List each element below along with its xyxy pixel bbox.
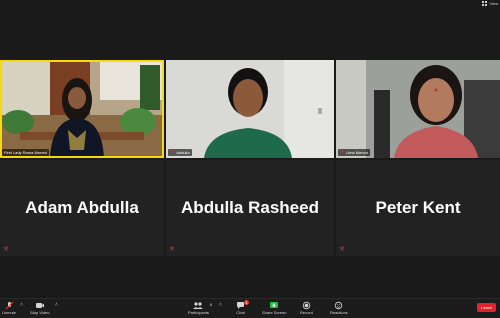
mic-muted-icon (5, 301, 14, 310)
reactions-label: Reactions (330, 310, 348, 315)
share-screen-button[interactable]: Share Screen (262, 301, 286, 315)
reactions-icon (334, 301, 343, 310)
record-icon (302, 301, 311, 310)
participant-video-3 (336, 60, 500, 158)
stop-video-label: Stop Video (30, 310, 50, 315)
unmute-button[interactable]: Unmute (2, 301, 16, 315)
chat-badge: 1 (244, 300, 249, 305)
muted-mic-icon: ✕ (3, 246, 9, 253)
participant-name-tag: ✕ Uma Menon (338, 149, 370, 156)
meeting-toolbar: Unmute ˄ Stop Video ˄ Participants 6 ˄ 1… (0, 298, 500, 318)
video-tile-2[interactable]: ✕ Abdulla (166, 60, 334, 158)
chat-button[interactable]: 1 Chat (236, 300, 249, 315)
tile-1-name: First Lady Rama Ahmed (4, 150, 47, 155)
leave-button[interactable]: Leave (477, 303, 496, 312)
stop-video-button[interactable]: Stop Video (30, 301, 50, 315)
participant-name-tag: First Lady Rama Ahmed (2, 149, 49, 156)
muted-mic-icon: ✕ (340, 149, 345, 155)
muted-mic-icon: ✕ (339, 246, 345, 253)
tile-5-name: Abdulla Rasheed (181, 198, 319, 217)
share-screen-icon (269, 301, 279, 310)
participant-video-1 (0, 60, 164, 158)
video-tile-1[interactable]: First Lady Rama Ahmed (0, 60, 164, 158)
grid-view-icon (482, 1, 488, 6)
participant-video-2 (166, 60, 334, 158)
record-button[interactable]: Record (300, 301, 313, 315)
chat-icon: 1 (236, 300, 249, 310)
tile-3-name: Uma Menon (346, 150, 368, 155)
name-tile-4[interactable]: Adam Abdulla ✕ (0, 160, 164, 256)
participants-button[interactable]: Participants (188, 301, 209, 315)
video-camera-icon (35, 301, 45, 310)
muted-mic-icon: ✕ (169, 246, 175, 253)
participants-count: 6 (210, 302, 213, 307)
unmute-label: Unmute (2, 310, 17, 315)
name-tile-5[interactable]: Abdulla Rasheed ✕ (166, 160, 334, 256)
tile-4-name: Adam Abdulla (25, 198, 139, 217)
tile-2-name: Abdulla (176, 150, 190, 155)
audio-options-caret[interactable]: ˄ (20, 302, 23, 308)
video-options-caret[interactable]: ˄ (55, 302, 58, 308)
view-button[interactable]: View (482, 1, 498, 6)
record-label: Record (300, 310, 313, 315)
participants-options-caret[interactable]: ˄ (219, 302, 222, 308)
participants-label: Participants (188, 310, 209, 315)
reactions-button[interactable]: Reactions (330, 301, 348, 315)
tile-6-name: Peter Kent (375, 198, 461, 217)
share-screen-label: Share Screen (262, 310, 287, 315)
name-tile-6[interactable]: Peter Kent ✕ (336, 160, 500, 256)
chat-label: Chat (236, 310, 245, 315)
muted-mic-icon: ✕ (170, 149, 175, 155)
participants-icon (192, 301, 204, 310)
top-bar: View (0, 0, 500, 10)
participant-name-tag: ✕ Abdulla (168, 149, 192, 156)
video-tile-3[interactable]: ✕ Uma Menon (336, 60, 500, 158)
view-label: View (489, 1, 498, 6)
